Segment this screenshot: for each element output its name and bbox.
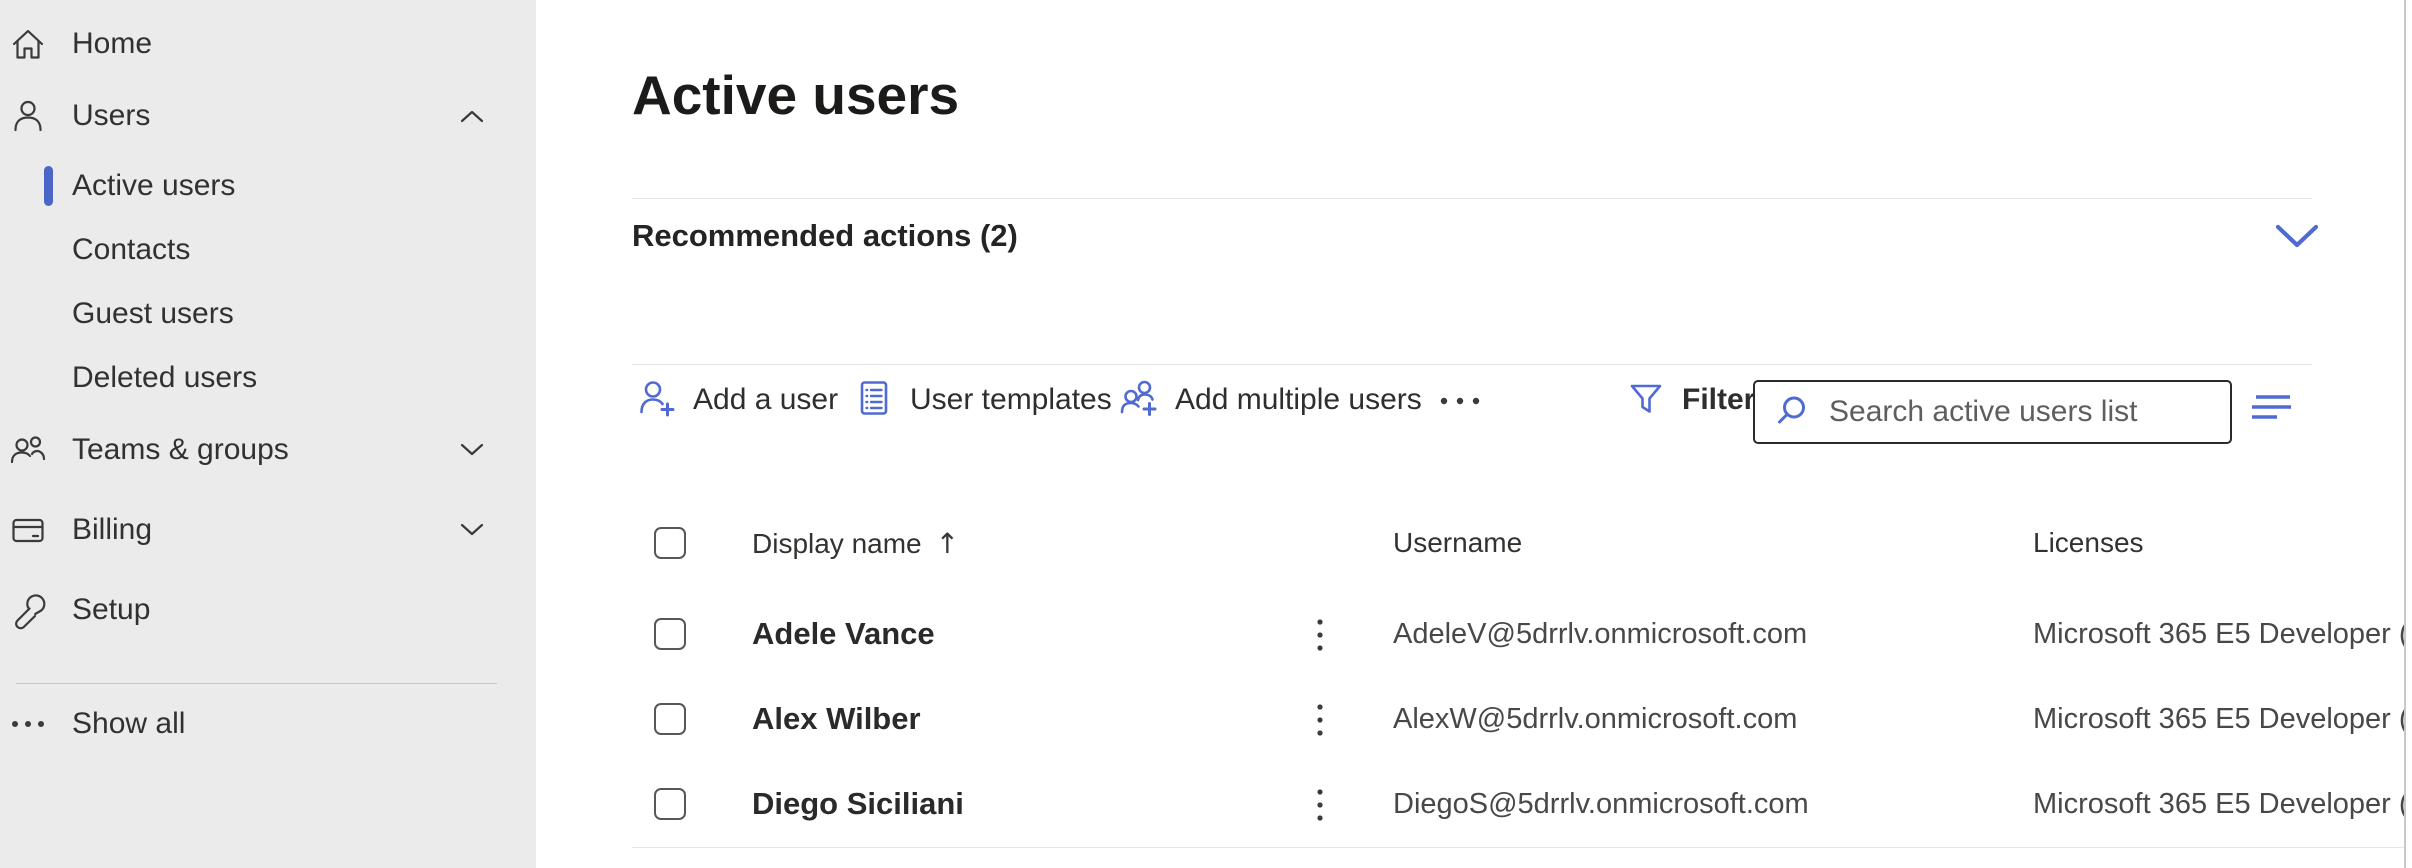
sidebar-item-contacts[interactable]: Contacts (0, 226, 536, 274)
chevron-down-icon[interactable] (458, 522, 486, 543)
sidebar-item-setup[interactable]: Setup (0, 586, 536, 634)
search-box[interactable] (1753, 380, 2232, 444)
kebab-menu-icon[interactable] (1304, 782, 1336, 828)
divider (632, 364, 2312, 365)
sidebar-item-label: Contacts (72, 233, 190, 267)
sidebar-item-label: Deleted users (72, 361, 257, 395)
wrench-icon (8, 590, 48, 630)
sort-ascending-arrow: ↑ (936, 527, 959, 560)
sidebar-item-active-users[interactable]: Active users (0, 162, 536, 210)
sidebar: Home Users Active users Contacts Guest u… (0, 0, 536, 868)
column-header-display-name[interactable]: Display name ↑ (752, 527, 959, 560)
user-templates-button[interactable]: User templates (853, 376, 1112, 424)
display-name-cell[interactable]: Adele Vance (752, 616, 935, 652)
add-a-user-label: Add a user (693, 383, 838, 417)
sidebar-item-label: Show all (72, 707, 185, 741)
username-cell: AlexW@5drrlv.onmicrosoft.com (1393, 703, 1797, 736)
right-edge-line (2404, 0, 2406, 868)
sidebar-item-label: Active users (72, 169, 235, 203)
sidebar-item-billing[interactable]: Billing (0, 506, 536, 554)
table-row[interactable]: Diego Siciliani DiegoS@5drrlv.onmicrosof… (632, 762, 2405, 848)
username-cell: DiegoS@5drrlv.onmicrosoft.com (1393, 788, 1809, 821)
licenses-cell: Microsoft 365 E5 Developer (withou (2033, 788, 2405, 821)
sidebar-item-guest-users[interactable]: Guest users (0, 290, 536, 338)
page-title: Active users (632, 63, 959, 127)
recommended-actions-heading[interactable]: Recommended actions (2) (632, 218, 1018, 254)
sidebar-item-label: Guest users (72, 297, 234, 331)
sidebar-item-users[interactable]: Users (0, 92, 536, 140)
table-row[interactable]: Adele Vance AdeleV@5drrlv.onmicrosoft.co… (632, 592, 2405, 678)
row-checkbox[interactable] (654, 618, 686, 650)
sidebar-item-label: Home (72, 27, 152, 61)
display-name-cell[interactable]: Diego Siciliani (752, 786, 964, 822)
sidebar-item-label: Teams & groups (72, 433, 289, 467)
table-row[interactable]: Alex Wilber AlexW@5drrlv.onmicrosoft.com… (632, 677, 2405, 763)
filter-button[interactable]: Filter (1625, 376, 1755, 424)
ellipsis-icon (8, 704, 48, 744)
sidebar-item-show-all[interactable]: Show all (0, 700, 536, 748)
chevron-down-icon[interactable] (458, 442, 486, 463)
column-header-username[interactable]: Username (1393, 527, 1522, 559)
sidebar-item-teams-groups[interactable]: Teams & groups (0, 426, 536, 474)
add-multiple-users-button[interactable]: Add multiple users (1118, 376, 1422, 424)
sidebar-item-deleted-users[interactable]: Deleted users (0, 354, 536, 402)
sidebar-item-label: Setup (72, 593, 150, 627)
more-actions-button[interactable] (1437, 394, 1483, 412)
username-cell: AdeleV@5drrlv.onmicrosoft.com (1393, 618, 1807, 651)
licenses-cell: Microsoft 365 E5 Developer (withou (2033, 703, 2405, 736)
sidebar-item-home[interactable]: Home (0, 20, 536, 68)
add-user-icon (636, 377, 678, 424)
user-icon (8, 96, 48, 136)
search-input[interactable] (1827, 394, 2221, 430)
add-multiple-users-icon (1118, 377, 1160, 424)
recommended-actions-expand-icon[interactable] (2274, 222, 2320, 255)
sidebar-item-label: Billing (72, 513, 152, 547)
more-icon (1437, 395, 1483, 407)
row-checkbox[interactable] (654, 703, 686, 735)
sidebar-item-label: Users (72, 99, 150, 133)
row-checkbox[interactable] (654, 788, 686, 820)
home-icon (8, 24, 48, 64)
display-name-cell[interactable]: Alex Wilber (752, 701, 921, 737)
select-all-checkbox[interactable] (654, 527, 686, 559)
sidebar-divider (16, 683, 497, 684)
add-a-user-button[interactable]: Add a user (636, 376, 838, 424)
licenses-cell: Microsoft 365 E5 Developer (withou (2033, 618, 2405, 651)
selected-indicator (44, 166, 53, 206)
m365-admin-active-users-screen: Home Users Active users Contacts Guest u… (0, 0, 2412, 868)
column-header-licenses[interactable]: Licenses (2033, 527, 2144, 559)
credit-card-icon (8, 510, 48, 550)
sort-lines-icon[interactable] (2249, 392, 2295, 429)
table-header-row: Display name ↑ Username Licenses (632, 497, 2405, 593)
user-templates-icon (853, 377, 895, 424)
filter-label: Filter (1682, 383, 1755, 417)
kebab-menu-icon[interactable] (1304, 612, 1336, 658)
user-templates-label: User templates (910, 383, 1112, 417)
people-icon (8, 430, 48, 470)
add-multiple-users-label: Add multiple users (1175, 383, 1422, 417)
divider (632, 198, 2312, 199)
search-icon (1773, 392, 1813, 432)
kebab-menu-icon[interactable] (1304, 697, 1336, 743)
display-name-header-label: Display name (752, 528, 922, 560)
filter-funnel-icon (1625, 377, 1667, 424)
chevron-up-icon[interactable] (458, 108, 486, 129)
